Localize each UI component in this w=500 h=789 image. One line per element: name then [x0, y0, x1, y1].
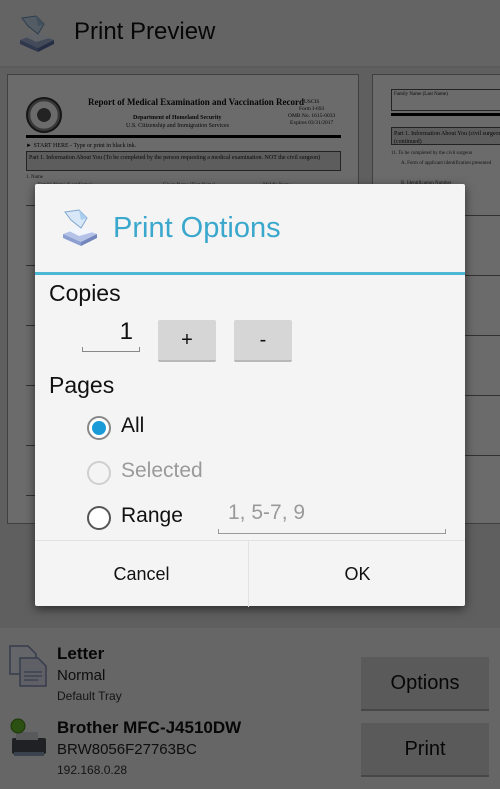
radio-unchecked-icon: [87, 461, 111, 485]
cancel-button[interactable]: Cancel: [35, 541, 249, 607]
pages-label: Pages: [49, 372, 115, 398]
radio-selected-label: Selected: [121, 459, 203, 482]
dialog-header: Print Options: [35, 184, 465, 276]
radio-unchecked-icon[interactable]: [87, 506, 111, 530]
page-range-input[interactable]: 1, 5-7, 9: [218, 497, 446, 534]
copies-input[interactable]: 1: [82, 316, 140, 352]
ok-button[interactable]: OK: [250, 541, 465, 607]
increment-copies-button[interactable]: +: [158, 320, 216, 362]
radio-checked-icon[interactable]: [87, 416, 111, 440]
print-options-dialog: Print Options Copies 1 + - Pages All Sel…: [35, 184, 465, 607]
radio-all-label: All: [121, 414, 145, 437]
radio-range-label: Range: [121, 504, 183, 527]
printer-app-icon: [63, 209, 97, 246]
decrement-copies-button[interactable]: -: [234, 320, 292, 362]
dialog-title: Print Options: [113, 212, 281, 244]
dialog-title-divider: [35, 272, 465, 275]
dialog-button-bar: Cancel OK: [35, 540, 465, 607]
copies-label: Copies: [49, 280, 121, 306]
